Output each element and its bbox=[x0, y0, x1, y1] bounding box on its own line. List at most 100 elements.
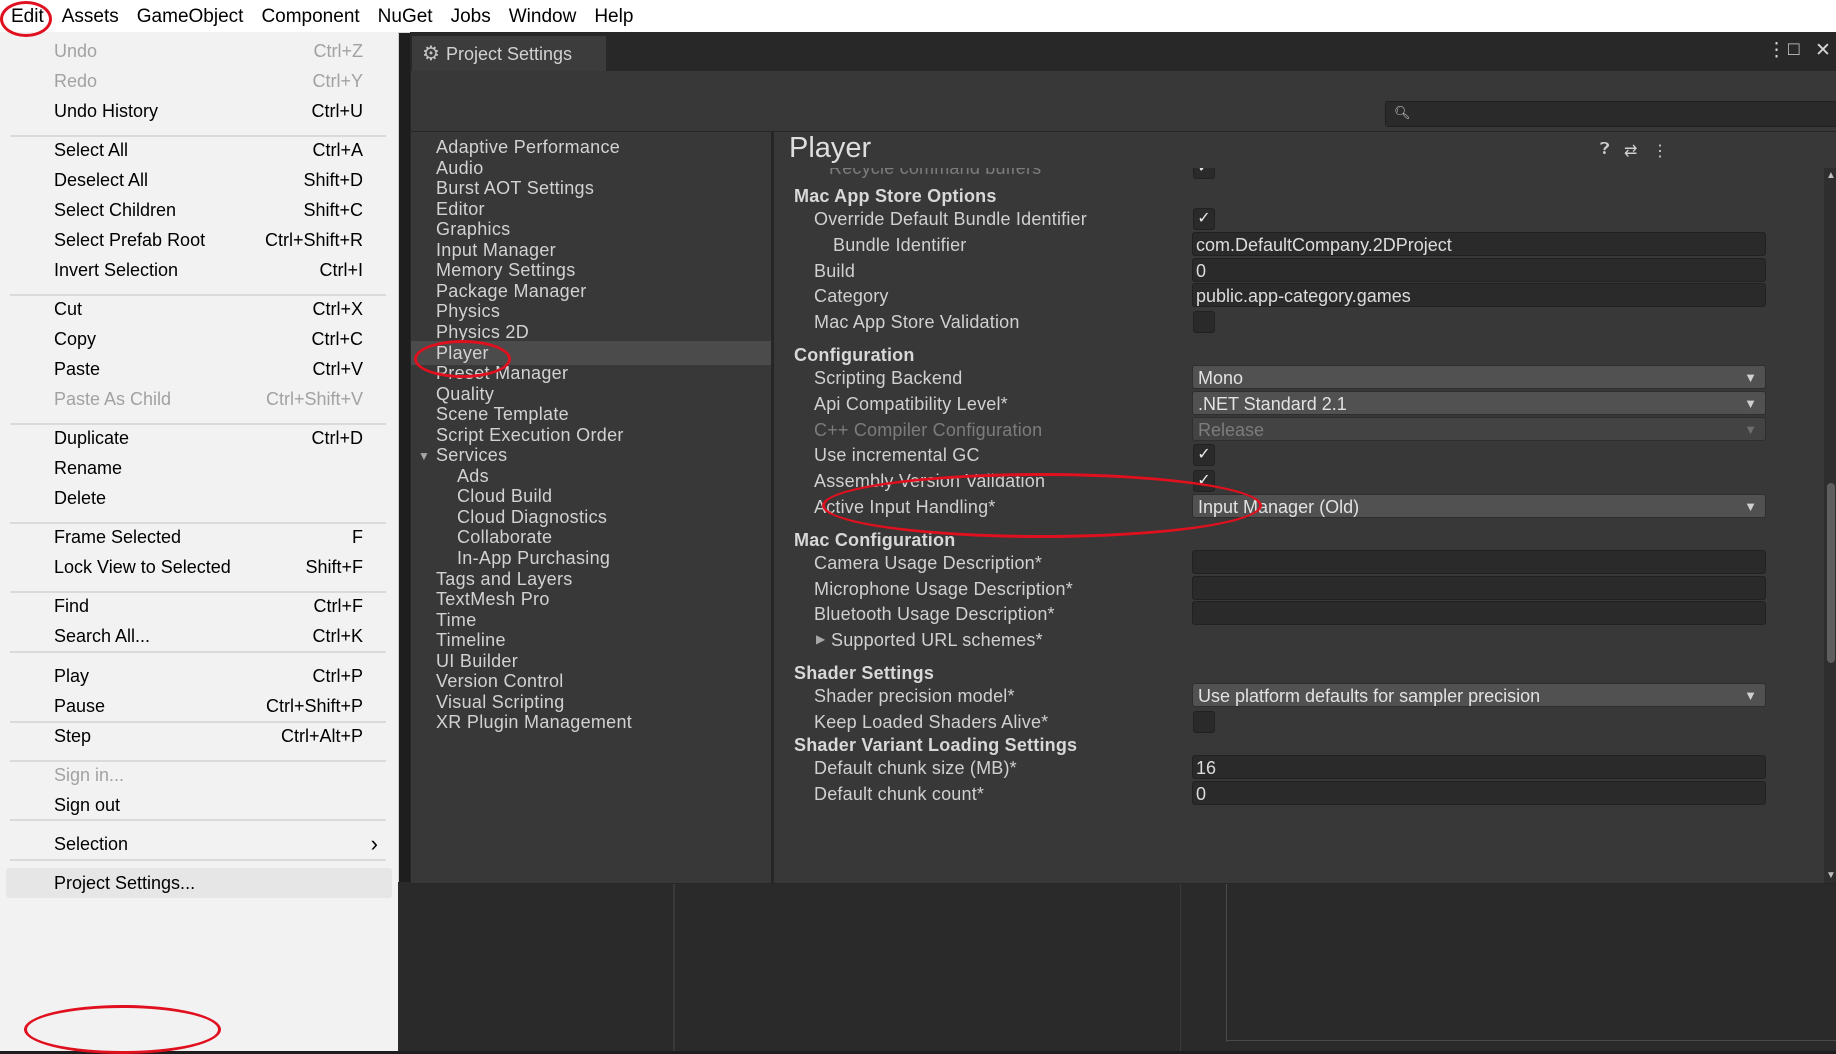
menu-item-undo-history[interactable]: Undo History Ctrl+U bbox=[0, 96, 398, 126]
dropdown-scripting-backend[interactable]: Mono ▼ bbox=[1192, 365, 1766, 389]
text-field-bluetooth-usage-description[interactable] bbox=[1192, 601, 1766, 625]
menu-item-label: Sign out bbox=[54, 795, 121, 815]
menu-item-play[interactable]: Play Ctrl+P bbox=[0, 661, 398, 691]
text-field-default-chunk-size-mb[interactable]: 16 bbox=[1192, 755, 1766, 779]
menu-item-label: Duplicate bbox=[54, 428, 130, 448]
dropdown-shader-precision-model[interactable]: Use platform defaults for sampler precis… bbox=[1192, 683, 1766, 707]
close-icon[interactable]: ✕ bbox=[1815, 39, 1831, 62]
menu-edit[interactable]: Edit bbox=[2, 0, 53, 32]
menu-item-shortcut: Shift+F bbox=[305, 557, 363, 577]
setting-row-supported-url-schemes: ▶ Supported URL schemes* bbox=[774, 626, 1824, 654]
dropdown-c-compiler-configuration: Release ▼ bbox=[1192, 417, 1766, 441]
vertical-scrollbar[interactable]: ▲ ▼ bbox=[1824, 168, 1836, 883]
menu-item-paste-as-child: Paste As Child Ctrl+Shift+V bbox=[0, 384, 398, 414]
scroll-down-icon[interactable]: ▼ bbox=[1826, 870, 1836, 881]
checkbox-assembly-version-validation[interactable]: ✓ bbox=[1193, 470, 1215, 492]
menu-item-paste[interactable]: Paste Ctrl+V bbox=[0, 354, 398, 384]
settings-search-box[interactable]: 🔍︎ bbox=[1385, 101, 1836, 127]
player-settings-content: Recycle command buffers ✓ Mac App Store … bbox=[774, 168, 1824, 883]
menu-item-label: Rename bbox=[54, 458, 123, 478]
menu-item-project-settings[interactable]: Project Settings... bbox=[6, 868, 392, 898]
checkbox-keep-loaded-shaders-alive[interactable] bbox=[1193, 711, 1215, 733]
menu-item-deselect-all[interactable]: Deselect All Shift+D bbox=[0, 165, 398, 195]
menu-item-label: Paste As Child bbox=[54, 389, 172, 409]
checkbox[interactable]: ✓ bbox=[1193, 168, 1215, 179]
dropdown-active-input-handling[interactable]: Input Manager (Old) ▼ bbox=[1192, 494, 1766, 518]
setting-label: Api Compatibility Level* bbox=[814, 394, 1008, 414]
menu-item-select-children[interactable]: Select Children Shift+C bbox=[0, 195, 398, 225]
menu-item-label: Select Prefab Root bbox=[54, 230, 206, 250]
menu-item-search-all[interactable]: Search All... Ctrl+K bbox=[0, 621, 398, 651]
dropdown-api-compatibility-level[interactable]: .NET Standard 2.1 ▼ bbox=[1192, 391, 1766, 415]
menu-item-label: Search All... bbox=[54, 626, 151, 646]
menu-item-label: Undo bbox=[54, 41, 98, 61]
settings-toolbar: 🔍︎ bbox=[411, 71, 1836, 132]
text-field-microphone-usage-description[interactable] bbox=[1192, 576, 1766, 600]
menu-nuget[interactable]: NuGet bbox=[369, 0, 442, 32]
menu-item-frame-selected[interactable]: Frame Selected F bbox=[0, 522, 398, 552]
text-field-default-chunk-count[interactable]: 0 bbox=[1192, 781, 1766, 805]
scrollbar-thumb[interactable] bbox=[1827, 483, 1835, 663]
menu-item-undo: Undo Ctrl+Z bbox=[0, 36, 398, 66]
more-options-icon[interactable]: ⋮ bbox=[1652, 141, 1668, 161]
foldout-triangle-icon[interactable]: ▶ bbox=[816, 632, 825, 646]
settings-category-list: Adaptive Performance Audio Burst AOT Setti… bbox=[411, 132, 774, 883]
menu-item-label: Delete bbox=[54, 488, 107, 508]
settings-nav-xr-plugin-management[interactable]: XR Plugin Management bbox=[411, 710, 771, 734]
menu-item-rename[interactable]: Rename bbox=[0, 453, 398, 483]
menu-item-label: Redo bbox=[54, 71, 98, 91]
menu-item-selection[interactable]: Selection › bbox=[0, 829, 398, 859]
text-field-bundle-identifier[interactable]: com.DefaultCompany.2DProject bbox=[1192, 232, 1766, 256]
maximize-icon[interactable]: □ bbox=[1788, 39, 1799, 61]
scroll-up-icon[interactable]: ▲ bbox=[1826, 170, 1836, 181]
setting-label: C++ Compiler Configuration bbox=[814, 420, 1043, 440]
setting-row-use-incremental-gc: Use incremental GC ✓ bbox=[774, 441, 1824, 469]
setting-label[interactable]: Supported URL schemes* bbox=[831, 630, 1043, 651]
setting-row-active-input-handling: Active Input Handling* Input Manager (Old… bbox=[774, 493, 1824, 521]
text-field-category[interactable]: public.app-category.games bbox=[1192, 283, 1766, 307]
menu-jobs[interactable]: Jobs bbox=[442, 0, 500, 32]
checkbox-mac-app-store-validation[interactable] bbox=[1193, 311, 1215, 333]
settings-search-input[interactable] bbox=[1412, 103, 1831, 125]
menu-item-sign-out[interactable]: Sign out bbox=[0, 790, 398, 820]
dropdown-value: Use platform defaults for sampler precis… bbox=[1198, 686, 1541, 706]
setting-label: Microphone Usage Description* bbox=[814, 579, 1073, 599]
text-field-camera-usage-description[interactable] bbox=[1192, 550, 1766, 574]
checkbox-use-incremental-gc[interactable]: ✓ bbox=[1193, 444, 1215, 466]
menu-item-delete[interactable]: Delete bbox=[0, 483, 398, 513]
preset-icon[interactable]: ⇄ bbox=[1624, 141, 1637, 161]
dropdown-value: Input Manager (Old) bbox=[1198, 497, 1360, 517]
help-icon[interactable]: ❓︎ bbox=[1600, 141, 1610, 159]
menu-item-step[interactable]: Step Ctrl+Alt+P bbox=[0, 721, 398, 751]
menu-item-invert-selection[interactable]: Invert Selection Ctrl+I bbox=[0, 255, 398, 285]
player-settings-panel: Player ❓︎ ⇄ ⋮ Recycle command buffers ✓ … bbox=[774, 132, 1836, 883]
menu-window[interactable]: Window bbox=[500, 0, 586, 32]
menu-item-label: Select Children bbox=[54, 200, 177, 220]
menu-item-shortcut: Ctrl+C bbox=[311, 329, 363, 349]
menu-item-duplicate[interactable]: Duplicate Ctrl+D bbox=[0, 423, 398, 453]
setting-row-category: Category public.app-category.games bbox=[774, 282, 1824, 310]
text-field-build[interactable]: 0 bbox=[1192, 258, 1766, 282]
menu-item-shortcut: Ctrl+D bbox=[311, 428, 363, 448]
menu-item-select-prefab-root[interactable]: Select Prefab Root Ctrl+Shift+R bbox=[0, 225, 398, 255]
menu-item-lock-view-to-selected[interactable]: Lock View to Selected Shift+F bbox=[0, 552, 398, 582]
checkbox-override-default-bundle-identifier[interactable]: ✓ bbox=[1193, 208, 1215, 230]
more-options-icon[interactable]: ⋮ bbox=[1767, 39, 1786, 62]
menu-item-pause[interactable]: Pause Ctrl+Shift+P bbox=[0, 691, 398, 721]
menu-item-shortcut: Ctrl+V bbox=[312, 359, 363, 379]
menu-item-select-all[interactable]: Select All Ctrl+A bbox=[0, 135, 398, 165]
menu-item-shortcut: Shift+D bbox=[303, 170, 363, 190]
menu-component[interactable]: Component bbox=[252, 0, 368, 32]
menu-gameobject[interactable]: GameObject bbox=[128, 0, 253, 32]
menu-item-label: Play bbox=[54, 666, 90, 686]
project-settings-tab[interactable]: ⚙ Project Settings bbox=[412, 36, 606, 71]
menu-item-shortcut: Shift+C bbox=[303, 200, 363, 220]
menu-assets[interactable]: Assets bbox=[53, 0, 128, 32]
expand-triangle-icon[interactable]: ▼ bbox=[418, 449, 430, 463]
menu-item-copy[interactable]: Copy Ctrl+C bbox=[0, 324, 398, 354]
menu-item-find[interactable]: Find Ctrl+F bbox=[0, 591, 398, 621]
menu-item-cut[interactable]: Cut Ctrl+X bbox=[0, 294, 398, 324]
menu-item-shortcut: Ctrl+P bbox=[312, 666, 363, 686]
menu-help[interactable]: Help bbox=[585, 0, 642, 32]
setting-label: Scripting Backend bbox=[814, 368, 963, 388]
